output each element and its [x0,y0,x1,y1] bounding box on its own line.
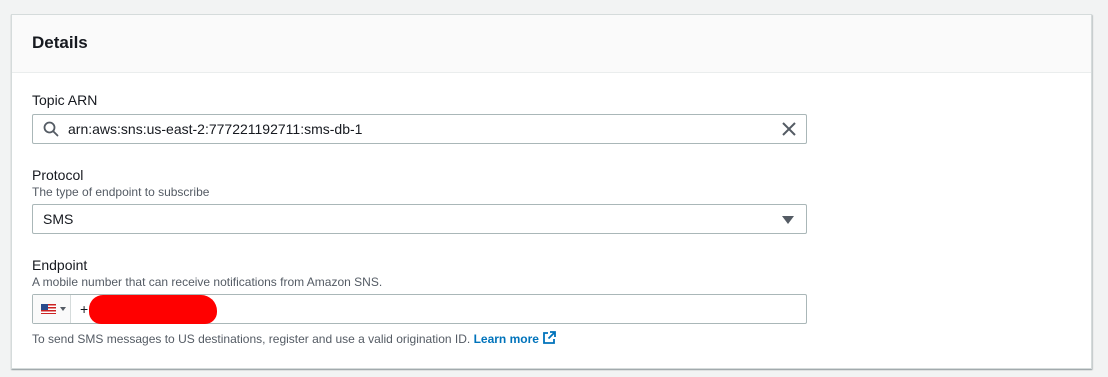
topic-arn-value: arn:aws:sns:us-east-2:777221192711:sms-d… [68,121,363,137]
caret-down-icon [782,216,794,224]
redaction-mark [89,295,217,324]
topic-arn-label: Topic ARN [32,92,98,108]
search-icon [43,121,59,137]
topic-arn-input[interactable]: arn:aws:sns:us-east-2:777221192711:sms-d… [32,114,807,144]
learn-more-link[interactable]: Learn more [473,331,556,346]
endpoint-help-text: To send SMS messages to US destinations,… [32,332,471,346]
panel-header: Details [12,15,1091,73]
details-panel: Details Topic ARN arn:aws:sns:us-east-2:… [11,14,1092,369]
panel-title: Details [32,33,88,52]
us-flag-icon [41,304,56,314]
endpoint-description: A mobile number that can receive notific… [32,275,383,289]
protocol-label: Protocol [32,167,84,183]
protocol-description: The type of endpoint to subscribe [32,185,210,199]
protocol-select[interactable]: SMS [32,204,807,234]
external-link-icon [543,331,556,344]
phone-prefix: + [80,301,89,317]
close-icon[interactable] [782,122,796,136]
endpoint-input[interactable]: + [32,294,807,324]
endpoint-field: Endpoint A mobile number that can receiv… [32,256,382,290]
learn-more-label: Learn more [473,332,539,346]
endpoint-help: To send SMS messages to US destinations,… [32,331,556,346]
topic-arn-field: Topic ARN [32,91,97,109]
protocol-value: SMS [43,211,74,227]
protocol-field: Protocol The type of endpoint to subscri… [32,166,209,200]
chevron-down-icon [60,307,66,311]
country-selector[interactable] [33,295,71,323]
endpoint-label: Endpoint [32,257,88,273]
